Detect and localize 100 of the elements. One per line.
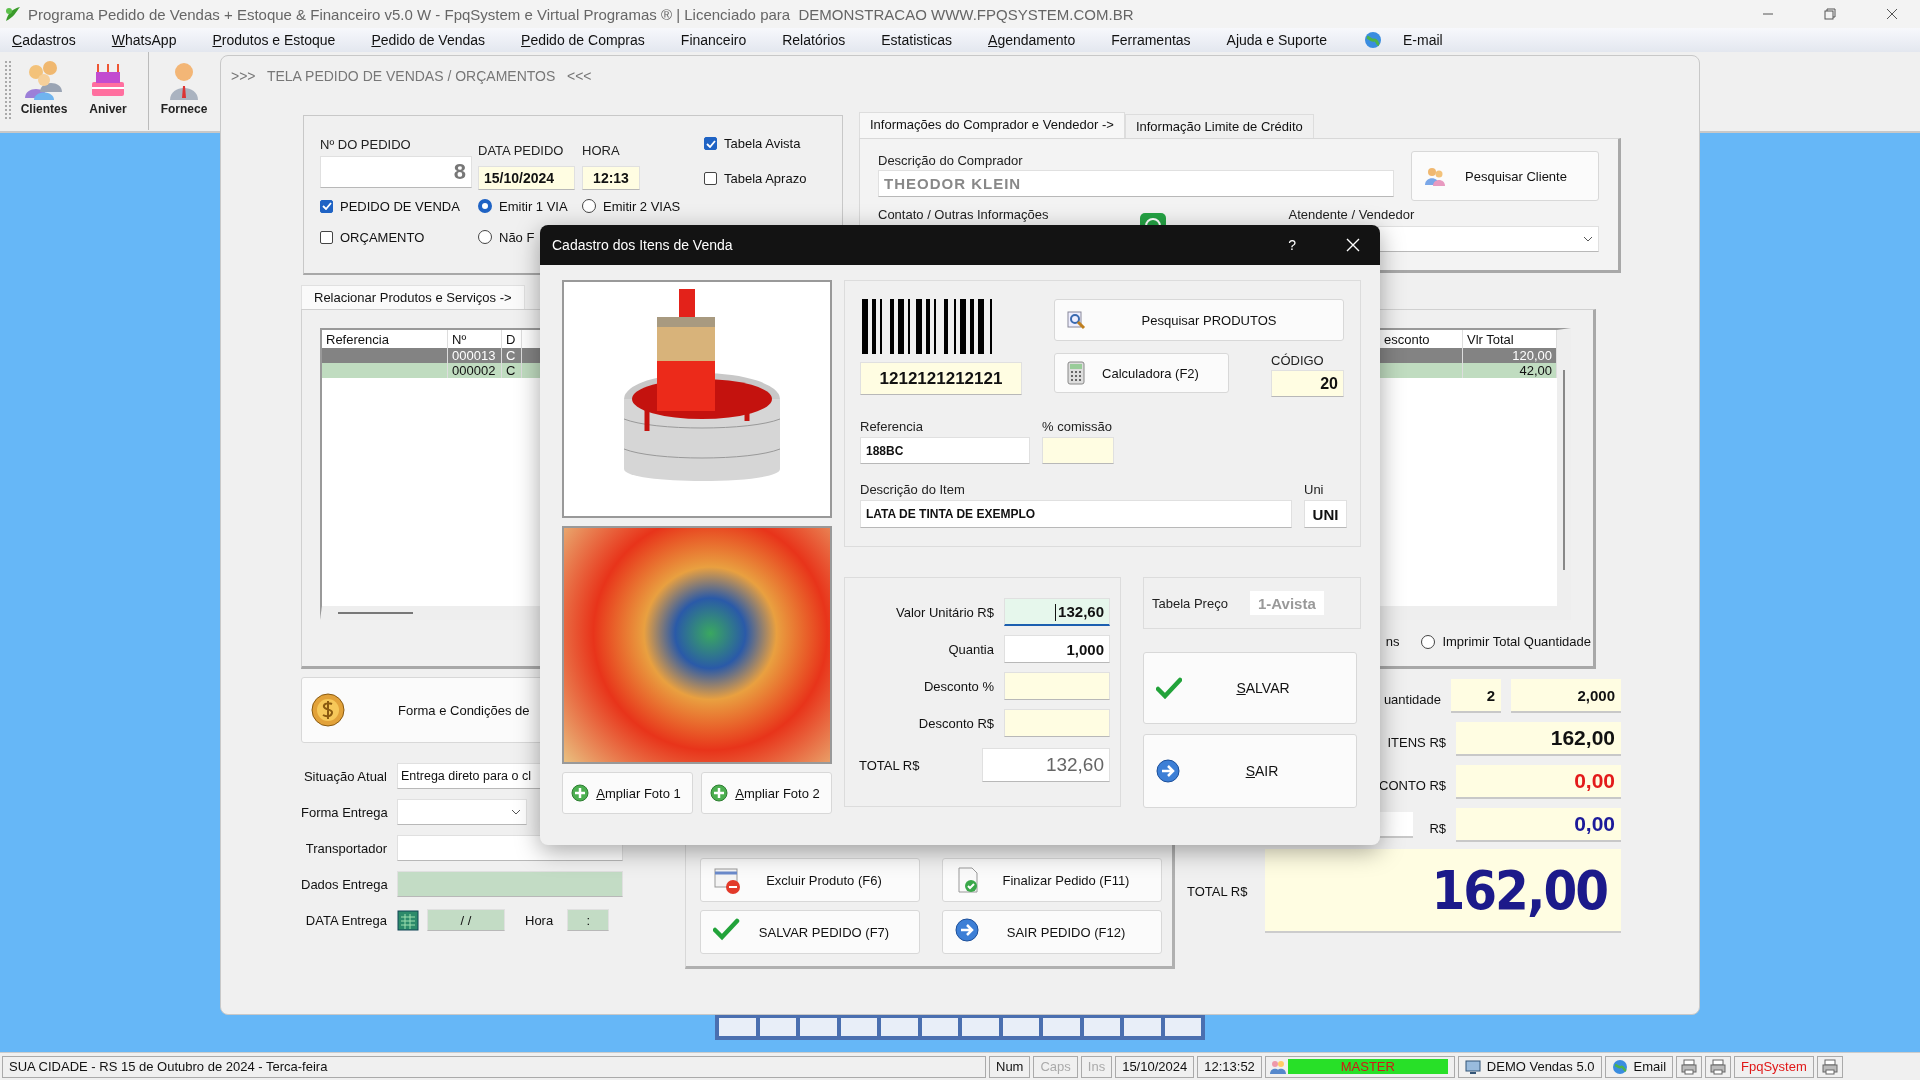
menu-item[interactable]: Financeiro: [680, 32, 767, 48]
input-field[interactable]: [1379, 812, 1414, 838]
field-label: DATA Entrega: [304, 912, 387, 928]
date-field[interactable]: 15/10/2024: [478, 166, 575, 190]
action-button[interactable]: SALVAR PEDIDO (F7): [700, 910, 920, 954]
menu-item[interactable]: Relatórios: [782, 32, 866, 48]
menu-item[interactable]: WhatsApp: [111, 32, 197, 48]
field-label: R$: [1429, 820, 1446, 836]
checkbox-label: ORÇAMENTO: [340, 229, 425, 245]
checkbox[interactable]: [704, 172, 717, 185]
exit-button[interactable]: SAIR: [1143, 734, 1357, 808]
code-field[interactable]: 20: [1271, 370, 1344, 397]
radio-button[interactable]: [478, 230, 492, 244]
status-text: 12:13:52: [1197, 1055, 1262, 1078]
value-field[interactable]: 132,60: [1004, 598, 1110, 626]
action-button[interactable]: Finalizar Pedido (F11): [942, 858, 1162, 902]
brand-label: FpqSystem: [1734, 1055, 1814, 1078]
check-icon: [1156, 677, 1182, 699]
chevron-down-icon: [511, 809, 521, 815]
scrollbar-thumb[interactable]: [338, 612, 413, 614]
field-label: uantidade: [1383, 691, 1441, 707]
checkbox[interactable]: [320, 199, 333, 213]
field-label: Referencia: [860, 419, 924, 434]
quantity-count-field: 2: [1451, 679, 1501, 713]
barcode-field[interactable]: 1212121212121: [860, 362, 1022, 395]
close-icon[interactable]: [1346, 238, 1360, 252]
items-total-field: 162,00: [1456, 722, 1621, 756]
menu-item[interactable]: Ferramentas: [1111, 32, 1211, 48]
printer-icon: [1710, 1058, 1727, 1075]
checkbox-label: Tabela Avista: [724, 136, 801, 151]
user-level-label: MASTER: [1287, 1059, 1448, 1074]
key-indicator: Ins: [1080, 1055, 1113, 1078]
value-field[interactable]: 1,000: [1004, 635, 1110, 663]
checkbox[interactable]: [320, 230, 333, 244]
menu-item[interactable]: Estatisticas: [881, 32, 973, 48]
menu-item[interactable]: Produtos e Estoque: [212, 32, 356, 48]
menu-item[interactable]: E-mail: [1403, 32, 1463, 48]
value-field[interactable]: [1004, 709, 1110, 737]
action-button[interactable]: Excluir Produto (F6): [700, 858, 920, 902]
people-icon: [1424, 165, 1446, 187]
arrow-right-icon: [1156, 759, 1180, 783]
tab[interactable]: Informação Limite de Crédito: [1124, 114, 1314, 138]
other-value-field: 0,00: [1456, 808, 1621, 842]
description-field[interactable]: LATA DE TINTA DE EXEMPLO: [860, 500, 1292, 528]
search-products-button[interactable]: Pesquisar PRODUTOS: [1054, 299, 1344, 341]
app-version-label: DEMO Vendas 5.0: [1486, 1059, 1595, 1074]
help-button[interactable]: ?: [1288, 237, 1296, 253]
menu-item[interactable]: Pedido de Vendas: [371, 32, 506, 48]
reference-field[interactable]: 188BC: [860, 437, 1030, 464]
radio-label: Emitir 2 VIAS: [603, 198, 681, 214]
restore-icon: [1824, 8, 1836, 20]
users-icon: [1269, 1058, 1286, 1075]
delivery-data-field[interactable]: [397, 871, 623, 897]
checkbox-label: PEDIDO DE VENDA: [340, 198, 460, 214]
toolbar-button[interactable]: Clientes: [12, 52, 76, 116]
value-field[interactable]: 132,60: [982, 748, 1110, 782]
toolbar-button[interactable]: Aniver: [76, 52, 140, 116]
field-label: Hora: [525, 912, 554, 928]
menu-item[interactable]: Cadastros: [12, 32, 96, 48]
save-button[interactable]: SALVAR: [1143, 652, 1357, 724]
printer-icon: [1821, 1058, 1838, 1075]
calculator-button[interactable]: Calculadora (F2): [1054, 353, 1229, 393]
checkbox[interactable]: [704, 137, 717, 150]
scrollbar-thumb[interactable]: [1563, 370, 1565, 570]
menu-item[interactable]: Agendamento: [988, 32, 1096, 48]
globe-icon: [1611, 1058, 1628, 1075]
price-table-field: 1-Avista: [1249, 591, 1324, 615]
toolbar-button[interactable]: Fornece: [148, 52, 219, 130]
value-field[interactable]: [1004, 672, 1110, 700]
radio-button[interactable]: [582, 199, 596, 213]
field-label: Descrição do Comprador: [878, 153, 1024, 168]
key-indicator: Caps: [1033, 1055, 1078, 1078]
field-label: Desconto R$: [918, 715, 994, 731]
checkbox-label: Tabela Aprazo: [724, 171, 807, 186]
monitor-icon: [1464, 1058, 1481, 1075]
unit-field[interactable]: UNI: [1304, 500, 1347, 528]
status-text: 15/10/2024: [1115, 1055, 1195, 1078]
delivery-date-field[interactable]: / /: [427, 909, 505, 931]
field-label: Atendente / Vendedor: [1288, 207, 1416, 222]
check-icon: [321, 202, 332, 210]
delivery-time-field[interactable]: :: [567, 909, 610, 931]
radio-button[interactable]: [1421, 634, 1436, 649]
field-label: Tabela Preço: [1152, 595, 1228, 611]
zoom-photo-button[interactable]: Ampliar Foto 1: [562, 772, 693, 814]
commission-field[interactable]: [1042, 437, 1114, 464]
time-field[interactable]: 12:13: [582, 166, 640, 190]
menu-item[interactable]: Pedido de Compras: [521, 32, 665, 48]
search-client-button[interactable]: Pesquisar Cliente: [1411, 151, 1599, 201]
field-label: Uni: [1304, 482, 1325, 497]
menu-item[interactable]: Ajuda e Suporte: [1226, 32, 1347, 48]
option-label: ns: [1385, 634, 1400, 649]
zoom-photo-button[interactable]: Ampliar Foto 2: [701, 772, 832, 814]
buyer-name-field[interactable]: THEODOR KLEIN: [878, 170, 1394, 197]
radio-button[interactable]: [478, 199, 492, 213]
field-label: CONTO R$: [1379, 777, 1446, 793]
order-number-field[interactable]: 8: [320, 156, 472, 188]
delete-item-icon: [713, 866, 741, 894]
action-button[interactable]: SAIR PEDIDO (F12): [942, 910, 1162, 954]
tab[interactable]: Informações do Comprador e Vendedor ->: [859, 112, 1125, 138]
tab[interactable]: Relacionar Produtos e Serviços ->: [301, 285, 525, 309]
